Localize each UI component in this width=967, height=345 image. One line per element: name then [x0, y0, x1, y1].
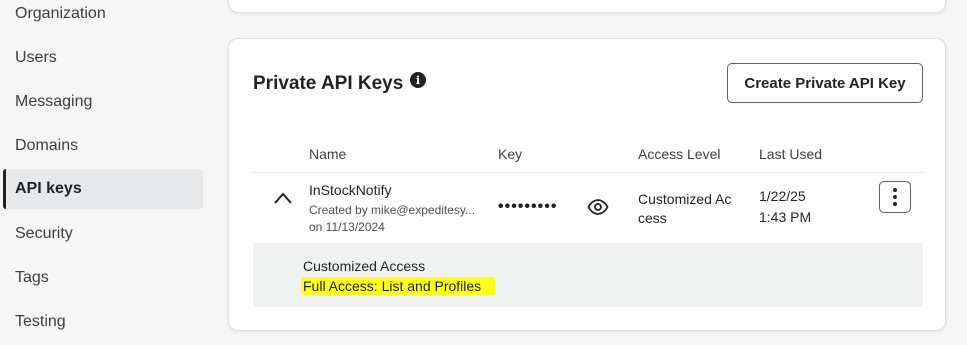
- kebab-dot: [893, 195, 897, 199]
- last-used: 1/22/25 1:43 PM: [759, 186, 811, 228]
- chevron-up-icon[interactable]: [273, 191, 293, 205]
- header-divider: [253, 172, 923, 173]
- sidebar-item-users[interactable]: Users: [3, 38, 203, 78]
- create-private-api-key-button[interactable]: Create Private API Key: [727, 63, 923, 103]
- sidebar-item-api-keys[interactable]: API keys: [3, 169, 203, 209]
- column-header-key: Key: [498, 146, 523, 162]
- column-header-name: Name: [309, 146, 347, 162]
- kebab-dot: [893, 202, 897, 206]
- kebab-menu-icon[interactable]: [879, 181, 911, 213]
- column-header-access-level: Access Level: [638, 146, 721, 162]
- sidebar-item-testing[interactable]: Testing: [3, 302, 203, 342]
- private-api-keys-card: Private API Keys i Create Private API Ke…: [228, 38, 946, 331]
- info-icon[interactable]: i: [410, 72, 426, 88]
- sidebar-item-domains[interactable]: Domains: [3, 126, 203, 166]
- masked-key: •••••••••: [498, 198, 558, 215]
- card-title: Private API Keys: [253, 73, 404, 94]
- sidebar-item-organization[interactable]: Organization: [3, 0, 203, 34]
- key-created-info: Created by mike@expeditesy... on 11/13/2…: [309, 202, 479, 236]
- last-used-date: 1/22/25: [759, 188, 806, 204]
- access-details-title: Customized Access: [303, 258, 426, 274]
- sidebar-item-messaging[interactable]: Messaging: [3, 82, 203, 122]
- created-by: Created by mike@expeditesy...: [309, 203, 476, 217]
- key-name: InStockNotify: [309, 182, 392, 198]
- kebab-dot: [893, 188, 897, 192]
- settings-sidebar: Organization Users Messaging Domains API…: [0, 0, 215, 345]
- created-on: on 11/13/2024: [309, 220, 385, 234]
- expanded-access-details: Customized Access Full Access: List and …: [253, 243, 923, 307]
- previous-card: [228, 0, 946, 13]
- access-level: Customized Ac cess: [638, 191, 732, 226]
- access-scope-highlighted: Full Access: List and Profiles: [301, 277, 496, 295]
- sidebar-item-security[interactable]: Security: [3, 214, 203, 254]
- sidebar-item-tags[interactable]: Tags: [3, 258, 203, 298]
- last-used-time: 1:43 PM: [759, 209, 812, 225]
- column-header-last-used: Last Used: [759, 146, 823, 162]
- eye-icon[interactable]: [587, 198, 609, 216]
